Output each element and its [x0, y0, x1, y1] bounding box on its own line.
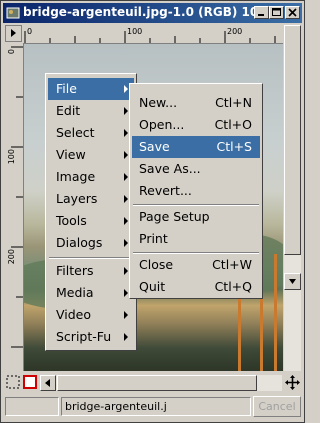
menu-item-label: Quit — [139, 279, 166, 294]
menu-item-label: Script-Fu — [56, 329, 112, 344]
menu-item-label: Save As... — [139, 161, 201, 176]
file-menu-revert[interactable]: Revert... — [132, 180, 260, 202]
menu-separator — [49, 257, 133, 259]
ruler-label-200: 200 — [227, 27, 243, 36]
menu-shortcut: Ctl+N — [215, 95, 252, 110]
menu-item-label: Tools — [56, 213, 87, 228]
submenu-arrow-icon — [124, 173, 128, 181]
ruler-label-100: 100 — [127, 27, 143, 36]
submenu-arrow-icon — [124, 217, 128, 225]
status-bar: bridge-argenteuil.j Cancel — [5, 395, 302, 419]
menu-shortcut: Ctl+O — [214, 117, 252, 132]
file-menu-save[interactable]: Save Ctl+S — [132, 136, 260, 158]
submenu-arrow-icon — [124, 267, 128, 275]
menu-arrow-icon — [11, 29, 16, 37]
image-window: bridge-argenteuil.jpg-1.0 (RGB) 100% 0 1… — [0, 0, 305, 423]
maximize-icon — [272, 8, 281, 16]
menu-item-label: Media — [56, 285, 94, 300]
menu-shortcut: Ctl+S — [216, 139, 252, 154]
ruler-left-label-200: 200 — [7, 249, 16, 265]
ruler-left-label-100: 100 — [7, 149, 16, 165]
menu-item-label: Close — [139, 257, 174, 272]
menu-item-label: Edit — [56, 103, 81, 118]
scroll-left-arrow-icon — [45, 379, 50, 387]
menu-item-label: File — [56, 81, 77, 96]
menu-item-label: Page Setup — [139, 209, 210, 224]
menu-item-label: Open... — [139, 117, 185, 132]
menu-shortcut: Ctl+Q — [214, 279, 252, 294]
file-menu-save-as[interactable]: Save As... — [132, 158, 260, 180]
submenu-arrow-icon — [124, 107, 128, 115]
menu-item-filters[interactable]: Filters — [48, 260, 134, 282]
scroll-left-arrow[interactable] — [40, 375, 56, 391]
maximize-button[interactable] — [269, 6, 284, 19]
gimp-window-icon — [6, 7, 20, 19]
file-menu-page-setup[interactable]: Page Setup — [132, 206, 260, 228]
window-title: bridge-argenteuil.jpg-1.0 (RGB) 100% — [23, 5, 279, 19]
scroll-down-arrow[interactable] — [284, 273, 301, 290]
status-coordinates-field — [5, 397, 59, 416]
submenu-arrow-icon — [124, 239, 128, 247]
menu-item-label: Video — [56, 307, 92, 322]
menu-item-label: Layers — [56, 191, 98, 206]
menu-item-label: Print — [139, 231, 168, 246]
image-menu: File Edit Select View Image Layers Tools — [45, 73, 137, 351]
canvas-mast — [274, 254, 277, 371]
submenu-arrow-icon — [124, 129, 128, 137]
vertical-scroll-thumb[interactable] — [284, 25, 301, 255]
menu-item-label: New... — [139, 95, 178, 110]
file-menu-open[interactable]: Open... Ctl+O — [132, 114, 260, 136]
ruler-left-label-0: 0 — [7, 49, 16, 55]
quickmask-icon[interactable] — [6, 375, 20, 389]
file-submenu: New... Ctl+N Open... Ctl+O Save Ctl+S Sa… — [129, 83, 263, 299]
menu-item-label: Revert... — [139, 183, 192, 198]
menu-item-label: Select — [56, 125, 95, 140]
menu-shortcut: Ctl+W — [212, 257, 252, 272]
menu-item-image[interactable]: Image — [48, 166, 134, 188]
submenu-arrow-icon — [124, 289, 128, 297]
minimize-button[interactable] — [254, 6, 269, 19]
file-menu-print[interactable]: Print — [132, 228, 260, 250]
menu-item-label: View — [56, 147, 86, 162]
scroll-down-arrow-icon — [289, 279, 296, 284]
image-menu-button[interactable] — [5, 25, 22, 42]
submenu-arrow-icon — [124, 311, 128, 319]
ruler-label-0: 0 — [27, 27, 33, 36]
submenu-arrow-icon — [124, 333, 128, 341]
menu-item-tools[interactable]: Tools — [48, 210, 134, 232]
menu-item-select[interactable]: Select — [48, 122, 134, 144]
file-menu-new[interactable]: New... Ctl+N — [132, 92, 260, 114]
menu-item-label: Filters — [56, 263, 94, 278]
vertical-scrollbar[interactable] — [284, 25, 301, 371]
menu-item-script-fu[interactable]: Script-Fu — [48, 326, 134, 348]
minimize-icon — [258, 14, 264, 16]
menu-item-layers[interactable]: Layers — [48, 188, 134, 210]
close-icon — [288, 8, 297, 17]
submenu-arrow-icon — [124, 85, 128, 93]
horizontal-ruler: 0 100 200 — [23, 25, 283, 44]
file-menu-close[interactable]: Close Ctl+W — [132, 254, 260, 276]
menu-item-dialogs[interactable]: Dialogs — [48, 232, 134, 254]
menu-item-view[interactable]: View — [48, 144, 134, 166]
horizontal-scrollbar[interactable] — [40, 375, 282, 391]
navigate-button[interactable] — [23, 375, 37, 389]
cancel-button[interactable]: Cancel — [253, 396, 301, 417]
title-bar[interactable]: bridge-argenteuil.jpg-1.0 (RGB) 100% — [3, 3, 302, 23]
submenu-arrow-icon — [124, 195, 128, 203]
menu-item-file[interactable]: File — [48, 78, 134, 100]
menu-item-video[interactable]: Video — [48, 304, 134, 326]
menu-item-label: Save — [139, 139, 170, 154]
close-button[interactable] — [285, 6, 300, 19]
submenu-arrow-icon — [124, 151, 128, 159]
horizontal-scroll-thumb[interactable] — [57, 375, 257, 391]
vertical-ruler: 0 100 200 — [5, 43, 24, 371]
move-icon[interactable] — [284, 374, 301, 391]
menu-item-edit[interactable]: Edit — [48, 100, 134, 122]
menu-item-label: Dialogs — [56, 235, 103, 250]
menu-item-label: Image — [56, 169, 96, 184]
menu-item-media[interactable]: Media — [48, 282, 134, 304]
file-menu-quit[interactable]: Quit Ctl+Q — [132, 276, 260, 298]
status-filename-field: bridge-argenteuil.j — [61, 397, 251, 416]
status-filename: bridge-argenteuil.j — [65, 400, 167, 413]
